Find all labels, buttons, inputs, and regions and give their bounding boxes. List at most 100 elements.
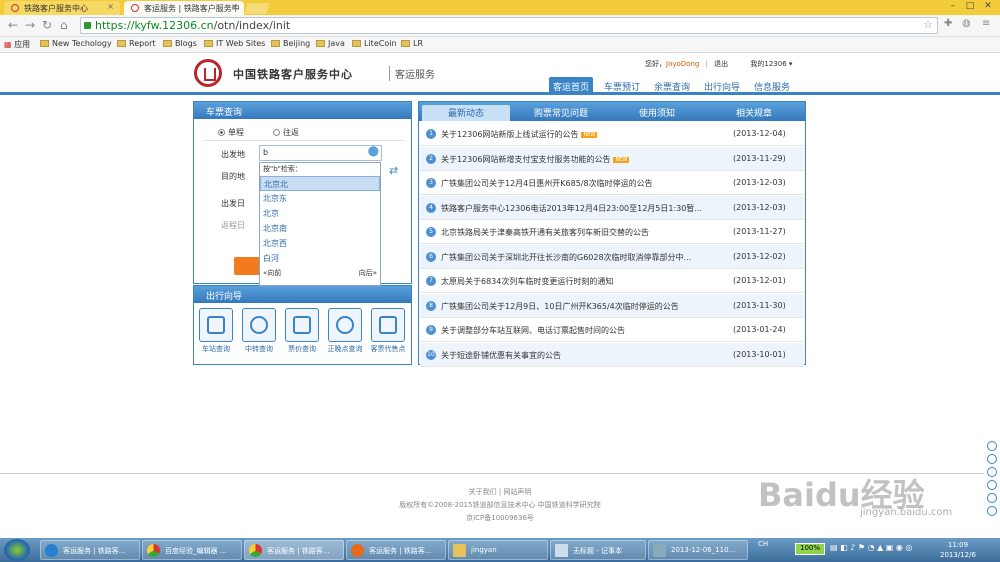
news-row[interactable]: 3 广铁集团公司关于12月4日惠州开K685/8次临时停运的公告 (2013-12-… [420,171,804,195]
news-title-link[interactable]: 北京铁路局关于津秦高铁开通有关旅客列车新旧交替的公告 [441,227,649,238]
taskbar-ie[interactable]: 客运服务 | 铁路客... [40,540,140,560]
guide-sales-outlet[interactable]: 客票代售点 [369,308,407,354]
next-page-link[interactable]: 向后» [359,268,377,278]
nav-booking[interactable]: 车票预订 [604,77,640,95]
forward-icon[interactable]: → [25,18,35,32]
news-row[interactable]: 2 关于12306网站新增支付宝支付服务功能的公告 NEW (2013-11-29) [420,146,804,171]
tab-faq[interactable]: 购票常见问题 [534,106,588,119]
chevron-down-icon[interactable]: ▾ [787,60,793,68]
taskbar-notepad[interactable]: 无标题 - 记事本 [550,540,646,560]
guide-transfer-query[interactable]: 中转查询 [240,308,278,354]
nav-home[interactable]: 客运首页 [549,77,594,95]
taskbar-chrome-editor[interactable]: 百度经验_编辑器 ... [142,540,242,560]
from-station-input[interactable]: b ⬤ [259,145,382,161]
bookmark-item[interactable]: Beijing [271,39,310,48]
round-trip-radio[interactable]: 往返 [273,127,299,138]
minimize-icon[interactable]: – [945,1,961,13]
news-title-link[interactable]: 太原局关于6834次列车临时变更运行时刻的通知 [441,276,613,287]
railway-favicon-icon [131,4,139,12]
close-tab-icon[interactable]: × [231,2,238,11]
tray-icons[interactable]: ▤ ◧ ♪ ⚑ ◔ ▲ ▣ ◉ ◎ [830,543,912,552]
guide-station-query[interactable]: 车站查询 [197,308,235,354]
home-icon[interactable]: ⌂ [60,18,68,32]
keyboard-icon[interactable] [987,493,997,503]
news-row[interactable]: 9 关于调整部分车站互联网、电话订票起售时间的公告 (2013-01-24) [420,318,804,342]
bookmark-item[interactable]: Report [117,39,156,48]
station-option[interactable]: 北京东 [260,191,380,206]
bookmark-apps[interactable]: ▦ 应用 [4,39,30,50]
nav-travel-guide[interactable]: 出行向导 [704,77,740,95]
swap-icon[interactable]: ⇄ [389,164,398,177]
paw-icon[interactable] [987,441,997,451]
taskbar-image[interactable]: 2013-12-06_110... [648,540,748,560]
news-title-link[interactable]: 广铁集团公司关于深圳北开往长沙南的G6028次临时取消停靠部分中... [441,252,691,263]
menu-icon[interactable]: ≡ [982,18,990,29]
news-row[interactable]: 7 太原局关于6834次列车临时变更运行时刻的通知 (2013-12-01) [420,269,804,293]
start-button[interactable] [4,539,30,561]
tab-railway-service[interactable]: 铁路客户服务中心 × [4,1,120,15]
nav-info[interactable]: 信息服务 [754,77,790,95]
news-date: (2013-12-01) [733,276,786,285]
tab-usage-notes[interactable]: 使用须知 [639,106,675,119]
tab-regulations[interactable]: 相关规章 [736,106,772,119]
news-row[interactable]: 10 关于短途卧铺优惠有关事宜的公告 (2013-10-01) [420,342,804,367]
news-row[interactable]: 1 关于12306网站新版上线试运行的公告 NEW (2013-12-04) [420,122,804,146]
news-row[interactable]: 6 广铁集团公司关于深圳北开往长沙南的G6028次临时取消停靠部分中... (201… [420,244,804,269]
maximize-icon[interactable]: □ [962,1,978,13]
settings-icon[interactable] [987,506,997,516]
logout-link[interactable]: 退出 [714,60,728,68]
my-account-link[interactable]: 我的12306 [750,60,786,68]
station-icon [199,308,233,342]
smiley-icon[interactable] [987,480,997,490]
news-row[interactable]: 5 北京铁路局关于津秦高铁开通有关旅客列车新旧交替的公告 (2013-11-27) [420,220,804,244]
tab-latest-news[interactable]: 最新动态 [422,105,510,121]
bookmark-star-icon[interactable]: ☆ [923,18,933,31]
dropdown-hint: 按"b"检索： [263,165,302,173]
news-title-link[interactable]: 铁路客户服务中心12306电话2013年12月4日23:00至12月5日1:30… [441,203,702,214]
close-tab-icon[interactable]: × [107,2,114,11]
tray-lang[interactable]: CH [758,540,768,548]
bookmark-item[interactable]: New Techology [40,39,112,48]
taskbar-folder[interactable]: jingyan [448,540,548,560]
chinese-input-icon[interactable] [987,454,997,464]
extension-icon[interactable]: ◍ [962,18,971,29]
clock[interactable]: 11:09 2013/12/6 [940,540,976,560]
location-pin-icon[interactable]: ⬤ [368,146,379,157]
station-option[interactable]: 北京 [260,206,380,221]
news-title-link[interactable]: 关于12306网站新版上线试运行的公告 NEW [441,129,598,140]
username-link[interactable]: JoyoDong [666,60,699,68]
prev-page-link[interactable]: «向前 [263,268,281,278]
taskbar-firefox[interactable]: 客运服务 | 铁路客... [346,540,446,560]
guide-delay-query[interactable]: 正晚点查询 [326,308,364,354]
taskbar-chrome-railway[interactable]: 客运服务 | 铁路客... [244,540,344,560]
nav-remaining[interactable]: 余票查询 [654,77,690,95]
guide-fare-query[interactable]: 票价查询 [283,308,321,354]
address-bar[interactable]: https://kyfw.12306.cn/otn/index/init ☆ [80,17,938,34]
moon-icon[interactable] [987,467,997,477]
station-option[interactable]: 北京西 [260,236,380,251]
news-title-link[interactable]: 关于短途卧铺优惠有关事宜的公告 [441,350,561,361]
new-tab-button[interactable] [244,3,270,14]
news-title-link[interactable]: 关于调整部分车站互联网、电话订票起售时间的公告 [441,325,625,336]
station-option[interactable]: 白河 [260,251,380,266]
bookmark-item[interactable]: LR [401,39,423,48]
station-option[interactable]: 北京南 [260,221,380,236]
one-way-radio[interactable]: 单程 [218,127,244,138]
news-title-link[interactable]: 广铁集团公司关于12月9日、10日广州开K365/4次临时停运的公告 [441,301,679,312]
bookmark-item[interactable]: IT Web Sites [204,39,265,48]
zoom-indicator[interactable]: 100% [795,543,825,555]
news-row[interactable]: 4 铁路客户服务中心12306电话2013年12月4日23:00至12月5日1:3… [420,195,804,220]
station-option[interactable]: 北京北 [260,176,380,191]
bookmark-item[interactable]: LiteCoin [352,39,397,48]
close-window-icon[interactable]: ✕ [980,1,996,13]
news-row[interactable]: 8 广铁集团公司关于12月9日、10日广州开K365/4次临时停运的公告 (2013… [420,293,804,318]
news-title-link[interactable]: 关于12306网站新增支付宝支付服务功能的公告 NEW [441,154,630,165]
extension-icon[interactable]: ✚ [944,18,952,29]
news-title-link[interactable]: 广铁集团公司关于12月4日惠州开K685/8次临时停运的公告 [441,178,653,189]
tab-passenger-service[interactable]: 客运服务 | 铁路客户服务中 × [124,1,244,15]
railway-logo-icon[interactable] [194,59,222,87]
reload-icon[interactable]: ↻ [42,18,52,32]
bookmark-item[interactable]: Blogs [163,39,197,48]
back-icon[interactable]: ← [8,18,18,32]
bookmark-item[interactable]: Java [316,39,345,48]
